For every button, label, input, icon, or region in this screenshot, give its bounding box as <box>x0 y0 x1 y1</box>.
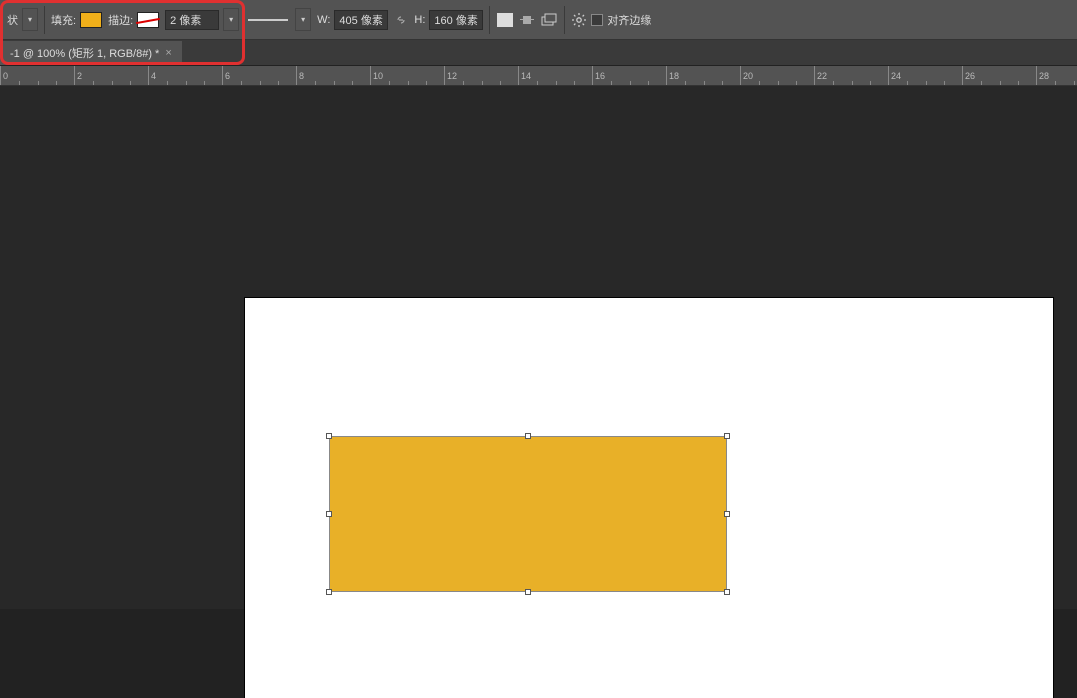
stroke-style-preview[interactable] <box>245 11 291 29</box>
close-icon[interactable]: × <box>165 47 171 59</box>
ruler-mark: 28 <box>1036 66 1077 85</box>
fill-label: 填充: <box>51 12 76 28</box>
height-label: H: <box>414 14 425 26</box>
handle-top-middle[interactable] <box>525 433 531 439</box>
width-label: W: <box>317 14 330 26</box>
handle-top-right[interactable] <box>724 433 730 439</box>
stroke-width-dropdown[interactable]: ▾ <box>223 8 239 31</box>
mode-dropdown[interactable]: ▾ <box>22 8 38 31</box>
options-toolbar: 状 ▾ 填充: 描边: ▾ ▾ W: H: <box>0 0 1077 40</box>
fill-swatch[interactable] <box>80 12 102 28</box>
height-input[interactable] <box>429 10 483 30</box>
separator <box>564 6 565 34</box>
handle-middle-left[interactable] <box>326 511 332 517</box>
canvas[interactable] <box>245 298 1053 698</box>
width-input[interactable] <box>334 10 388 30</box>
ruler-mark: 4 <box>148 66 222 85</box>
gear-icon[interactable] <box>571 12 587 28</box>
ruler-mark: 16 <box>592 66 666 85</box>
ruler-mark: 12 <box>444 66 518 85</box>
ruler-mark: 0 <box>0 66 74 85</box>
stroke-label: 描边: <box>108 12 133 28</box>
shape-thumb-icon[interactable] <box>496 11 514 29</box>
handle-bottom-left[interactable] <box>326 589 332 595</box>
stroke-width-input[interactable] <box>165 10 219 30</box>
arrange-icon[interactable] <box>540 12 558 28</box>
workspace: 0246810121416182022242628 <box>0 66 1077 609</box>
align-edges-label: 对齐边缘 <box>607 12 651 28</box>
stroke-style-dropdown[interactable]: ▾ <box>295 8 311 31</box>
align-edges-checkbox[interactable] <box>591 14 603 26</box>
ruler-mark: 14 <box>518 66 592 85</box>
document-tab[interactable]: -1 @ 100% (矩形 1, RGB/8#) * × <box>0 41 182 65</box>
shape-rectangle[interactable] <box>329 436 727 592</box>
ruler-mark: 18 <box>666 66 740 85</box>
path-align-icon[interactable] <box>518 12 536 28</box>
mode-label: 状 <box>7 12 18 28</box>
handle-bottom-middle[interactable] <box>525 589 531 595</box>
stroke-swatch[interactable] <box>137 12 159 28</box>
link-icon[interactable] <box>392 11 410 29</box>
handle-middle-right[interactable] <box>724 511 730 517</box>
ruler-mark: 20 <box>740 66 814 85</box>
ruler-mark: 6 <box>222 66 296 85</box>
tab-title: -1 @ 100% (矩形 1, RGB/8#) * <box>10 45 159 61</box>
ruler-mark: 10 <box>370 66 444 85</box>
ruler-mark: 2 <box>74 66 148 85</box>
handle-top-left[interactable] <box>326 433 332 439</box>
ruler-mark: 22 <box>814 66 888 85</box>
ruler-mark: 26 <box>962 66 1036 85</box>
handle-bottom-right[interactable] <box>724 589 730 595</box>
ruler-mark: 8 <box>296 66 370 85</box>
separator <box>489 6 490 34</box>
ruler-mark: 24 <box>888 66 962 85</box>
separator <box>44 6 45 34</box>
ruler-horizontal: 0246810121416182022242628 <box>0 66 1077 86</box>
tab-bar: -1 @ 100% (矩形 1, RGB/8#) * × <box>0 40 1077 66</box>
stroke-line-icon <box>248 19 288 21</box>
canvas-area[interactable] <box>0 86 1077 609</box>
